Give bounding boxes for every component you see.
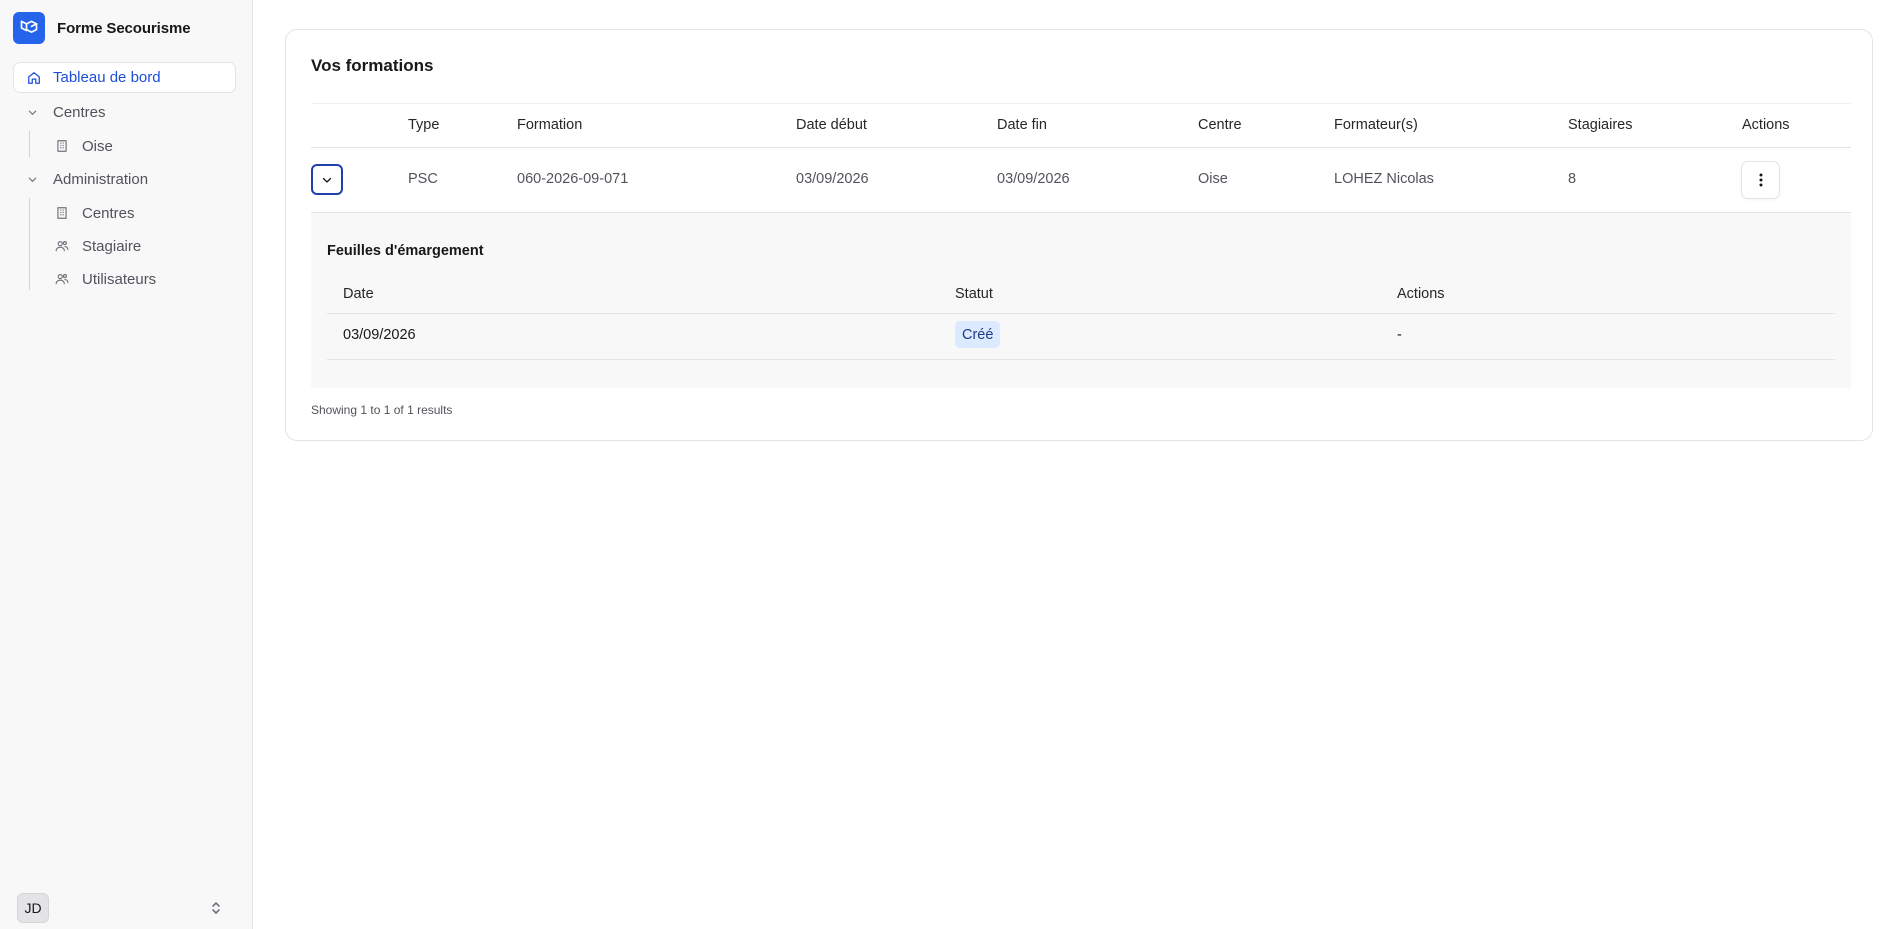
column-header-date-fin[interactable]: Date fin — [997, 117, 1047, 133]
app-name: Forme Secourisme — [57, 19, 191, 37]
cell-formation: 060-2026-09-071 — [517, 171, 629, 187]
avatar[interactable]: JD — [17, 893, 49, 923]
page-title: Vos formations — [311, 56, 434, 75]
column-header-formation[interactable]: Formation — [517, 117, 582, 133]
cell-date: 03/09/2026 — [343, 327, 416, 343]
chevron-down-icon — [24, 104, 40, 120]
app-logo-icon — [13, 12, 45, 44]
cell-date-debut: 03/09/2026 — [796, 171, 869, 187]
column-header-stagiaires[interactable]: Stagiaires — [1568, 117, 1632, 133]
building-icon — [54, 138, 70, 154]
cell-formateurs: LOHEZ Nicolas — [1334, 171, 1434, 187]
column-header-date-debut[interactable]: Date début — [796, 117, 867, 133]
divider — [327, 359, 1835, 360]
divider — [327, 313, 1835, 314]
chevron-up-down-icon[interactable] — [208, 898, 224, 918]
formations-card: Vos formations Type Formation Date début… — [285, 29, 1873, 441]
column-header-formateurs[interactable]: Formateur(s) — [1334, 117, 1418, 133]
column-header-actions: Actions — [1397, 286, 1445, 302]
cell-type: PSC — [408, 171, 438, 187]
row-actions-button[interactable] — [1741, 161, 1780, 199]
section-title: Feuilles d'émargement — [327, 243, 484, 259]
users-icon — [54, 238, 70, 254]
divider — [311, 103, 1851, 104]
sidebar: Forme Secourisme Tableau de bord Centres… — [0, 0, 253, 929]
expand-row-button[interactable] — [311, 164, 343, 195]
sidebar-group-centres[interactable]: Centres — [24, 97, 106, 127]
column-header-actions: Actions — [1742, 117, 1790, 133]
cell-actions: - — [1397, 327, 1402, 343]
pagination-summary: Showing 1 to 1 of 1 results — [311, 403, 453, 417]
column-header-statut[interactable]: Statut — [955, 286, 993, 302]
column-header-type[interactable]: Type — [408, 117, 439, 133]
sidebar-item-admin-centres[interactable]: Centres — [54, 198, 135, 228]
tree-line — [29, 131, 30, 157]
cell-stagiaires: 8 — [1568, 171, 1577, 187]
sidebar-item-label: Tableau de bord — [53, 69, 161, 86]
chevron-down-icon — [321, 174, 333, 186]
sidebar-item-stagiaire[interactable]: Stagiaire — [54, 231, 141, 261]
more-vertical-icon — [1759, 173, 1763, 187]
sidebar-item-dashboard[interactable]: Tableau de bord — [13, 62, 236, 93]
users-icon — [54, 271, 70, 287]
column-header-date[interactable]: Date — [343, 286, 374, 302]
tree-line — [29, 198, 30, 290]
sidebar-item-oise[interactable]: Oise — [54, 131, 113, 161]
brand[interactable]: Forme Secourisme — [13, 12, 191, 44]
cell-centre: Oise — [1198, 171, 1228, 187]
home-icon — [26, 70, 42, 86]
status-badge: Créé — [955, 321, 1001, 348]
cell-date-fin: 03/09/2026 — [997, 171, 1070, 187]
sidebar-item-utilisateurs[interactable]: Utilisateurs — [54, 264, 156, 294]
building-icon — [54, 205, 70, 221]
emargement-panel: Feuilles d'émargement Date Statut Action… — [311, 212, 1851, 388]
divider — [311, 147, 1851, 148]
column-header-centre[interactable]: Centre — [1198, 117, 1242, 133]
sidebar-group-administration[interactable]: Administration — [24, 164, 148, 194]
chevron-down-icon — [24, 171, 40, 187]
